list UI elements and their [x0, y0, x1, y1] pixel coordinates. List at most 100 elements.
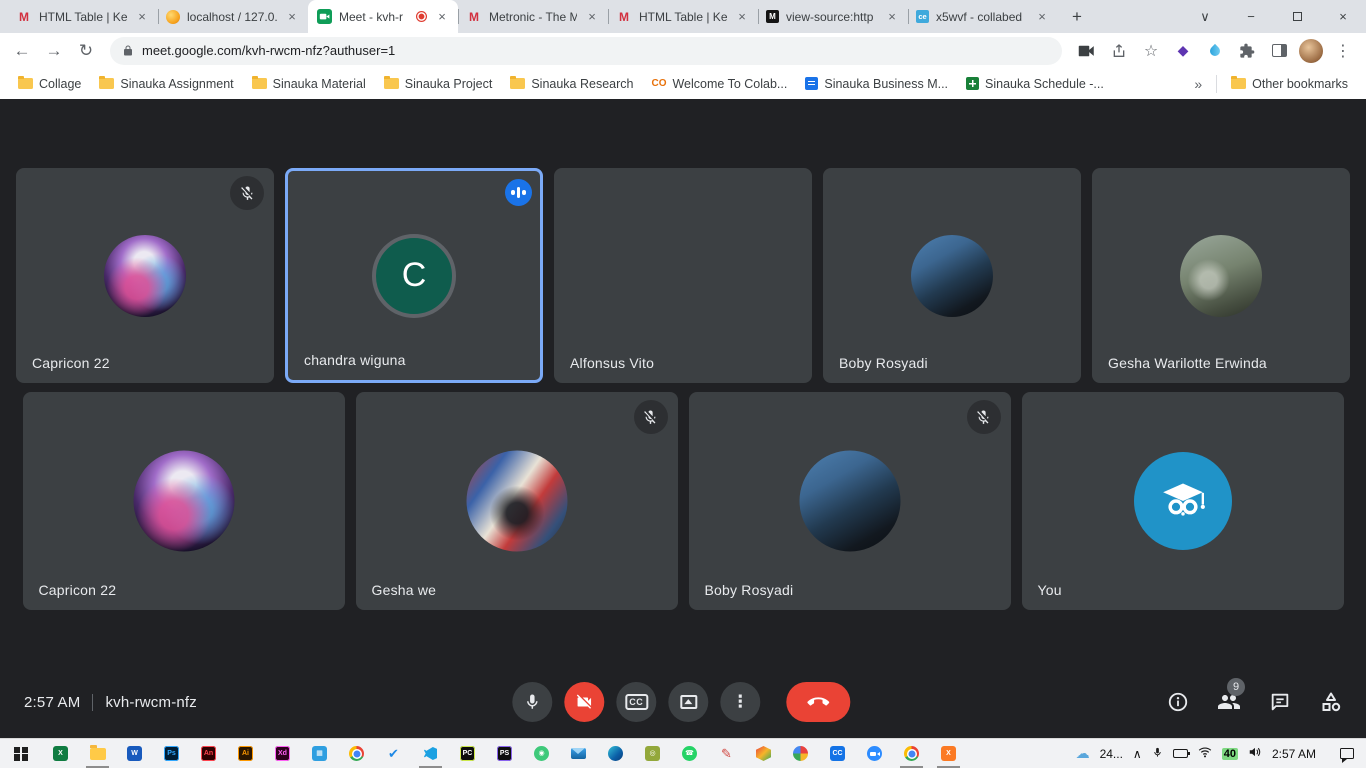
- volume-icon[interactable]: [1248, 746, 1262, 761]
- minimize-button[interactable]: −: [1228, 0, 1274, 33]
- share-icon[interactable]: [1104, 37, 1134, 65]
- tray-chevron-icon[interactable]: ∧: [1133, 747, 1142, 761]
- taskbar-icon-vscode[interactable]: [412, 739, 449, 768]
- chat-button[interactable]: [1267, 689, 1293, 715]
- meeting-details-button[interactable]: [1165, 689, 1191, 715]
- bookmarks-overflow-icon[interactable]: »: [1186, 76, 1210, 92]
- tab-view-source[interactable]: M view-source:http ×: [758, 0, 908, 33]
- participant-tile-you[interactable]: You: [1022, 392, 1344, 610]
- bookmark-sinauka-assignment[interactable]: Sinauka Assignment: [91, 74, 241, 94]
- close-window-button[interactable]: ×: [1320, 0, 1366, 33]
- bookmark-sinauka-material[interactable]: Sinauka Material: [244, 74, 374, 94]
- taskbar-icon-hexagon-app[interactable]: [745, 739, 782, 768]
- tab-close-icon[interactable]: ×: [884, 9, 900, 25]
- tab-metronic[interactable]: M Metronic - The M ×: [458, 0, 608, 33]
- taskbar-icon-edge[interactable]: [597, 739, 634, 768]
- toolbar-right: ☆ ◆ ⋮: [1072, 37, 1358, 65]
- battery-icon[interactable]: [1173, 749, 1188, 758]
- tab-close-icon[interactable]: ×: [584, 9, 600, 25]
- taskbar-icon-animate[interactable]: An: [190, 739, 227, 768]
- taskbar-icon-file-explorer[interactable]: [79, 739, 116, 768]
- camera-off-button[interactable]: [564, 682, 604, 722]
- taskbar-icon-camera-app[interactable]: ◎: [634, 739, 671, 768]
- participant-tile-alfonsus-vito[interactable]: Alfonsus Vito: [554, 168, 812, 383]
- reload-button[interactable]: ↻: [72, 37, 100, 65]
- battery-percent-badge[interactable]: 40: [1222, 748, 1238, 760]
- taskbar-icon-pinwheel-app[interactable]: [782, 739, 819, 768]
- bookmark-sinauka-schedule[interactable]: Sinauka Schedule -...: [958, 74, 1112, 94]
- tab-camera-indicator-icon[interactable]: [1072, 37, 1102, 65]
- participant-tile-gesha-we[interactable]: Gesha we: [356, 392, 678, 610]
- bookmark-sinauka-research[interactable]: Sinauka Research: [502, 74, 641, 94]
- tray-mic-icon[interactable]: [1152, 746, 1163, 762]
- taskbar-icon-mail[interactable]: [560, 739, 597, 768]
- taskbar-icon-excel[interactable]: X: [42, 739, 79, 768]
- tab-html-table-1[interactable]: M HTML Table | Kee ×: [8, 0, 158, 33]
- extension-drop-icon[interactable]: [1200, 37, 1230, 65]
- taskbar-icon-green-bot-app[interactable]: ◉: [523, 739, 560, 768]
- extensions-puzzle-icon[interactable]: [1232, 37, 1262, 65]
- tab-close-icon[interactable]: ×: [1034, 9, 1050, 25]
- participant-tile-boby-rosyadi-2[interactable]: Boby Rosyadi: [689, 392, 1011, 610]
- taskbar-icon-zoom[interactable]: [856, 739, 893, 768]
- tab-close-icon[interactable]: ×: [284, 9, 300, 25]
- tab-close-icon[interactable]: ×: [134, 9, 150, 25]
- leave-call-button[interactable]: [786, 682, 850, 722]
- taskbar-icon-phpstorm[interactable]: PS: [486, 739, 523, 768]
- taskbar-icon-illustrator[interactable]: Ai: [227, 739, 264, 768]
- start-button[interactable]: [0, 739, 42, 768]
- side-panel-icon[interactable]: [1264, 37, 1294, 65]
- taskbar-icon-chrome-active[interactable]: [893, 739, 930, 768]
- hidden-icons-count[interactable]: 24...: [1100, 747, 1123, 761]
- bookmark-star-icon[interactable]: ☆: [1136, 37, 1166, 65]
- cloud-sync-icon[interactable]: ☁: [1076, 745, 1090, 762]
- taskbar-icon-whatsapp[interactable]: ☎: [671, 739, 708, 768]
- bookmark-welcome-colab[interactable]: COWelcome To Colab...: [643, 74, 795, 94]
- participant-tile-capricon-22[interactable]: Capricon 22: [16, 168, 274, 383]
- address-bar[interactable]: meet.google.com/kvh-rwcm-nfz?authuser=1: [110, 37, 1062, 65]
- bookmark-sinauka-project[interactable]: Sinauka Project: [376, 74, 501, 94]
- wifi-icon[interactable]: [1198, 746, 1212, 761]
- taskbar-icon-photoshop[interactable]: Ps: [153, 739, 190, 768]
- taskbar-icon-xampp[interactable]: X: [930, 739, 967, 768]
- tab-search-icon[interactable]: ∨: [1182, 0, 1228, 33]
- participants-button[interactable]: 9: [1216, 689, 1242, 715]
- tab-html-table-2[interactable]: M HTML Table | Kee ×: [608, 0, 758, 33]
- present-button[interactable]: [668, 682, 708, 722]
- mail-icon: [571, 748, 586, 759]
- tab-meet-active[interactable]: Meet - kvh-r ×: [308, 0, 458, 33]
- bookmark-sinauka-business[interactable]: Sinauka Business M...: [797, 74, 956, 94]
- taskbar-icon-chrome[interactable]: [338, 739, 375, 768]
- taskbar-icon-pycharm[interactable]: PC: [449, 739, 486, 768]
- taskbar-icon-creative-cloud[interactable]: CC: [819, 739, 856, 768]
- taskbar-clock[interactable]: 2:57 AM: [1272, 747, 1316, 761]
- captions-button[interactable]: CC: [616, 682, 656, 722]
- participant-tile-capricon-22-2[interactable]: Capricon 22: [23, 392, 345, 610]
- back-button[interactable]: ←: [8, 37, 36, 65]
- taskbar-icon-adobe-xd[interactable]: Xd: [264, 739, 301, 768]
- tab-close-icon[interactable]: ×: [434, 9, 450, 25]
- taskbar-icon-todo-check-app[interactable]: ✔: [375, 739, 412, 768]
- other-bookmarks-button[interactable]: Other bookmarks: [1223, 74, 1356, 94]
- forward-button[interactable]: →: [40, 37, 68, 65]
- participant-tile-chandra-wiguna[interactable]: C chandra wiguna: [285, 168, 543, 383]
- taskbar-icon-word[interactable]: W: [116, 739, 153, 768]
- taskbar-icon-calendar-app[interactable]: ▦: [301, 739, 338, 768]
- tab-close-icon[interactable]: ×: [734, 9, 750, 25]
- browser-menu-icon[interactable]: ⋮: [1328, 37, 1358, 65]
- participant-tile-boby-rosyadi-1[interactable]: Boby Rosyadi: [823, 168, 1081, 383]
- restore-button[interactable]: [1274, 0, 1320, 33]
- taskbar-icon-scribble-app[interactable]: ✎: [708, 739, 745, 768]
- action-center-icon[interactable]: [1340, 748, 1354, 759]
- tab-collabedit[interactable]: ce x5wvf - collabed ×: [908, 0, 1058, 33]
- bookmark-collage[interactable]: Collage: [10, 74, 89, 94]
- profile-avatar[interactable]: [1296, 37, 1326, 65]
- tab-localhost[interactable]: localhost / 127.0. ×: [158, 0, 308, 33]
- side-panel-shape: [1272, 44, 1287, 57]
- more-options-button[interactable]: ⋮: [720, 682, 760, 722]
- extension-diamond-icon[interactable]: ◆: [1168, 37, 1198, 65]
- new-tab-button[interactable]: +: [1064, 4, 1090, 30]
- participant-tile-gesha-warilotte[interactable]: Gesha Warilotte Erwinda: [1092, 168, 1350, 383]
- activities-button[interactable]: [1318, 689, 1344, 715]
- mic-button[interactable]: [512, 682, 552, 722]
